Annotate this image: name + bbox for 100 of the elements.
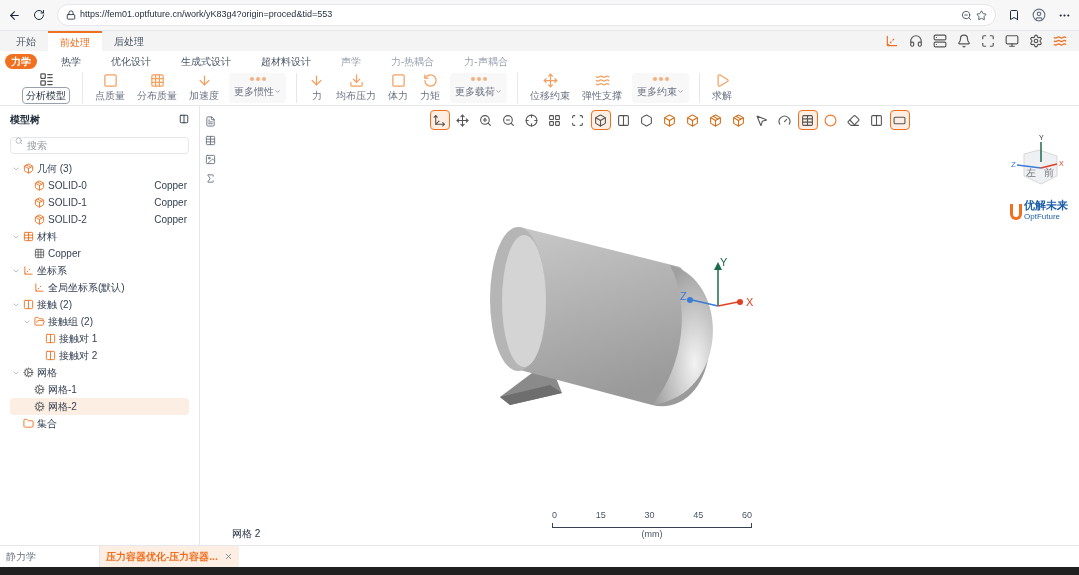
tool-icon xyxy=(542,72,558,88)
side-tool-icon[interactable] xyxy=(204,154,216,165)
material-value: Copper xyxy=(154,179,187,193)
refresh-icon[interactable] xyxy=(33,9,45,21)
search-icon xyxy=(15,136,23,145)
coords-icon xyxy=(34,282,45,293)
module-tab[interactable]: 生成式设计 xyxy=(175,54,237,69)
material-value: Copper xyxy=(154,196,187,210)
view-tool-icon xyxy=(640,113,653,127)
tree-label: 材料 xyxy=(37,230,57,244)
module-tab[interactable]: 超材料设计 xyxy=(255,54,317,69)
tool-icon xyxy=(714,72,730,88)
tree-item[interactable]: 坐标系 xyxy=(10,262,189,279)
ribbon-button[interactable]: 点质量 xyxy=(93,72,127,103)
tree-item[interactable]: 接触 (2) xyxy=(10,296,189,313)
lock-icon xyxy=(66,10,76,20)
tree-label: 接触 (2) xyxy=(37,298,72,312)
ribbon-button[interactable]: 体力 xyxy=(386,72,410,103)
tree-label: 接触对 2 xyxy=(59,349,98,363)
view-tool-icon xyxy=(801,113,814,127)
view-tool-icon xyxy=(525,113,538,127)
module-tab[interactable]: 优化设计 xyxy=(105,54,157,69)
tree-item[interactable]: 全局坐标系(默认) xyxy=(10,279,189,296)
logo-name: 优解未来 xyxy=(1024,200,1068,211)
ribbon-button[interactable]: 位移约束 xyxy=(528,72,572,103)
view-tool-icon xyxy=(502,113,515,127)
solid-icon xyxy=(34,180,45,191)
star-icon[interactable] xyxy=(976,9,987,21)
ribbon-button[interactable]: 分布质量 xyxy=(135,72,179,103)
tree-item[interactable]: Copper xyxy=(10,245,189,262)
tree-item[interactable]: 几何 (3) xyxy=(10,160,189,177)
tree-item[interactable]: 网格-2 xyxy=(10,398,189,415)
tree-label: SOLID-1 xyxy=(48,196,87,210)
tree-item[interactable]: 集合 xyxy=(10,415,189,432)
panel-title: 模型树 xyxy=(10,112,40,127)
monitor-icon[interactable] xyxy=(1005,34,1019,48)
server-icon[interactable] xyxy=(933,34,947,48)
tree-label: 接触对 1 xyxy=(59,332,98,346)
tree-label: 全局坐标系(默认) xyxy=(48,281,125,295)
view-tool-icon xyxy=(778,113,791,127)
solid-icon xyxy=(34,197,45,208)
view-tool-icon xyxy=(594,113,607,127)
tree-label: 坐标系 xyxy=(37,264,67,278)
module-tab[interactable]: 热学 xyxy=(55,54,87,69)
tree-item[interactable]: 接触组 (2) xyxy=(10,313,189,330)
more-dropdown[interactable]: 更多约束 xyxy=(632,72,689,103)
ribbon-button[interactable]: 力矩 xyxy=(418,72,442,103)
zoom-icon[interactable] xyxy=(961,9,972,21)
view-tool-icon xyxy=(456,113,469,127)
tool-icon xyxy=(38,71,54,87)
address-field[interactable]: https://fem01.optfuture.cn/work/yK83g4?origin=proced&tid=553 xyxy=(57,4,996,26)
ribbon-button[interactable]: 均布压力 xyxy=(334,72,378,103)
ribbon-button[interactable]: 弹性支撑 xyxy=(580,72,624,103)
coords-icon xyxy=(23,265,34,276)
view-tool-icon xyxy=(709,113,722,127)
view-tool-button[interactable] xyxy=(889,110,910,130)
dots-icon xyxy=(652,76,669,81)
fullscreen-icon[interactable] xyxy=(981,34,995,48)
logo-subtitle: OptFuture xyxy=(1024,211,1061,223)
settings-icon[interactable] xyxy=(1029,34,1043,48)
tree-item[interactable]: SOLID-2 Copper xyxy=(10,211,189,228)
back-icon[interactable] xyxy=(8,8,21,22)
tree-label: Copper xyxy=(48,247,81,261)
side-tool-icon[interactable] xyxy=(204,116,216,127)
avatar-icon[interactable] xyxy=(1032,8,1046,22)
side-tool-icon[interactable] xyxy=(204,173,216,184)
view-tool-icon xyxy=(732,113,745,127)
collapse-panel-icon[interactable] xyxy=(179,114,189,124)
more-dropdown[interactable]: 更多惯性 xyxy=(229,72,286,103)
tree-item[interactable]: SOLID-0 Copper xyxy=(10,177,189,194)
side-tool-icon[interactable] xyxy=(204,135,216,146)
app-tab[interactable]: 后处理 xyxy=(102,31,156,51)
tree-item[interactable]: 接触对 2 xyxy=(10,347,189,364)
app-tab[interactable]: 开始 xyxy=(4,31,48,51)
favorites-icon[interactable] xyxy=(1008,9,1020,21)
tree-item[interactable]: 网格 xyxy=(10,364,189,381)
bell-icon[interactable] xyxy=(957,34,971,48)
view-tool-button[interactable] xyxy=(590,110,611,130)
view-tool-icon xyxy=(617,113,630,127)
view-tool-button[interactable] xyxy=(429,110,450,130)
tree-item[interactable]: SOLID-1 Copper xyxy=(10,194,189,211)
ribbon-button[interactable]: 加速度 xyxy=(187,72,221,103)
tool-icon xyxy=(196,72,212,88)
view-tool-button[interactable] xyxy=(797,110,818,130)
tree-item[interactable]: 材料 xyxy=(10,228,189,245)
search-field[interactable]: 搜索 xyxy=(10,137,189,154)
view-tool-icon xyxy=(571,113,584,127)
tool-icon xyxy=(390,72,406,88)
scale-tick-label: 30 xyxy=(644,509,655,522)
caret-icon xyxy=(495,87,502,95)
ribbon-button[interactable]: 求解 xyxy=(710,72,734,103)
headset-icon[interactable] xyxy=(909,34,923,48)
tree-item[interactable]: 网格-1 xyxy=(10,381,189,398)
more-dropdown[interactable]: 更多载荷 xyxy=(450,72,507,103)
ribbon-button[interactable]: 力 xyxy=(307,72,326,103)
close-icon[interactable] xyxy=(223,552,233,561)
tree-item[interactable]: 接触对 1 xyxy=(10,330,189,347)
view-tool-icon xyxy=(433,113,446,127)
dots-icon xyxy=(249,76,266,81)
view-tool-icon xyxy=(755,113,768,127)
